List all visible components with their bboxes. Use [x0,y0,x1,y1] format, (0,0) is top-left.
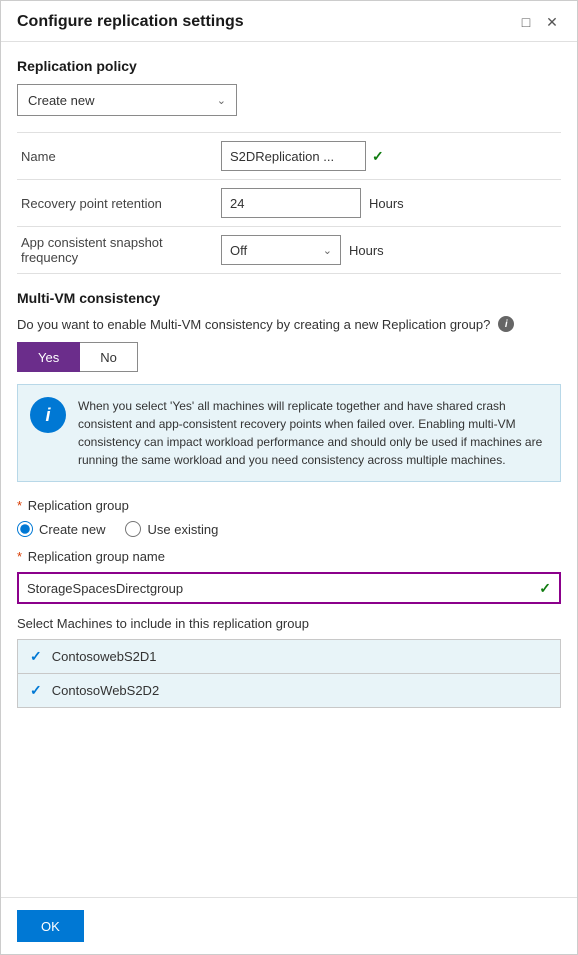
group-name-container: ✓ [17,572,561,604]
window-title: Configure replication settings [17,13,244,31]
close-button[interactable]: ✕ [543,13,561,31]
recovery-input[interactable] [221,188,361,218]
recovery-label: Recovery point retention [17,180,217,227]
multi-vm-section: Multi-VM consistency Do you want to enab… [17,290,561,708]
machine-list: ✓ ContosowebS2D1 ✓ ContosoWebS2D2 [17,639,561,708]
recovery-field-row: Hours [221,188,557,218]
snapshot-row: App consistent snapshot frequency Off ⌄ … [17,227,561,274]
create-new-radio[interactable] [17,521,33,537]
radio-group: Create new Use existing [17,521,561,537]
group-name-checkmark: ✓ [539,580,551,597]
info-box-text: When you select 'Yes' all machines will … [78,397,548,469]
main-content: Replication policy Create new ⌄ Name ✓ [1,42,577,897]
info-box: i When you select 'Yes' all machines wil… [17,384,561,482]
replication-group-label-row: * Replication group [17,498,561,513]
recovery-row: Recovery point retention Hours [17,180,561,227]
snapshot-unit: Hours [349,243,384,258]
multi-vm-question: Do you want to enable Multi-VM consisten… [17,317,490,332]
yes-no-group: Yes No [17,342,561,372]
replication-policy-dropdown-value: Create new [28,93,94,108]
machine-row: ✓ ContosoWebS2D2 [18,674,560,707]
snapshot-chevron-icon: ⌄ [323,244,332,257]
name-row: Name ✓ [17,133,561,180]
machine-check-icon-2: ✓ [30,682,42,699]
required-star-name: * [17,549,22,564]
snapshot-field-row: Off ⌄ Hours [221,235,557,265]
form-fields-table: Name ✓ Recovery point retention Hours [17,132,561,274]
name-label: Name [17,133,217,180]
recovery-unit: Hours [369,196,404,211]
multi-vm-question-row: Do you want to enable Multi-VM consisten… [17,316,561,332]
machine-row: ✓ ContosowebS2D1 [18,640,560,674]
multi-vm-title: Multi-VM consistency [17,290,561,306]
no-button[interactable]: No [80,342,138,372]
ok-button[interactable]: OK [17,910,84,942]
machine-name-1: ContosowebS2D1 [52,649,157,664]
use-existing-label: Use existing [147,522,218,537]
chevron-down-icon: ⌄ [217,94,226,107]
footer: OK [1,897,577,954]
title-bar: Configure replication settings □ ✕ [1,1,577,41]
group-name-label: Replication group name [28,549,165,564]
window-controls: □ ✕ [517,13,561,31]
use-existing-option[interactable]: Use existing [125,521,218,537]
replication-policy-section-title: Replication policy [17,58,561,74]
minimize-button[interactable]: □ [517,13,535,31]
replication-policy-row: Create new ⌄ [17,84,561,116]
machine-name-2: ContosoWebS2D2 [52,683,159,698]
group-name-input[interactable] [27,574,539,602]
group-name-label-row: * Replication group name [17,549,561,564]
info-circle-icon: i [30,397,66,433]
info-icon[interactable]: i [498,316,514,332]
create-new-option[interactable]: Create new [17,521,105,537]
use-existing-radio[interactable] [125,521,141,537]
machines-label: Select Machines to include in this repli… [17,616,561,631]
replication-policy-dropdown[interactable]: Create new ⌄ [17,84,237,116]
replication-group-label: Replication group [28,498,129,513]
name-checkmark: ✓ [372,148,384,165]
snapshot-dropdown-value: Off [230,243,247,258]
machine-check-icon-1: ✓ [30,648,42,665]
create-new-label: Create new [39,522,105,537]
snapshot-dropdown[interactable]: Off ⌄ [221,235,341,265]
yes-button[interactable]: Yes [17,342,80,372]
required-star-group: * [17,498,22,513]
snapshot-label: App consistent snapshot frequency [17,227,217,274]
name-input[interactable] [221,141,366,171]
name-field-container: ✓ [221,141,557,171]
